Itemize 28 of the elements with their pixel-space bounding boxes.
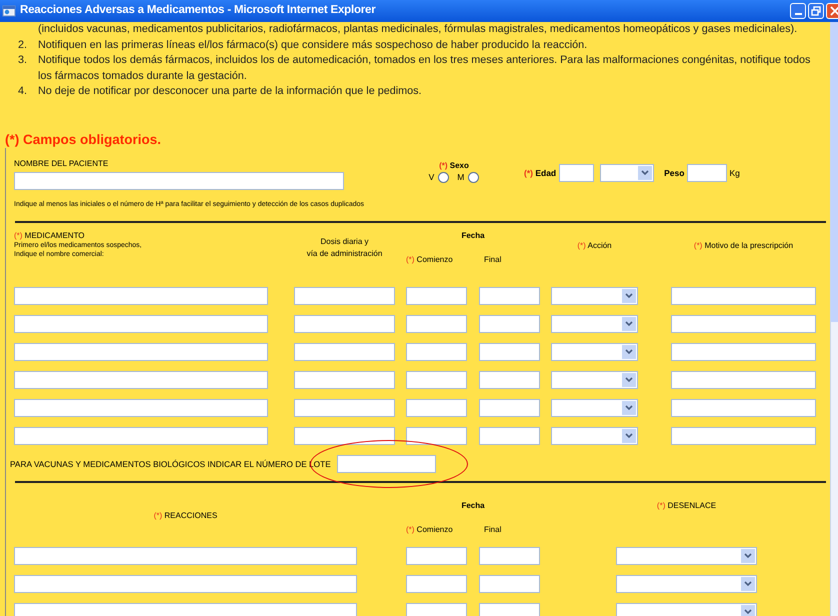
list-number: 2. <box>18 38 28 53</box>
instruction-text: No deje de notificar por desconocer una parte de la información que le pedimos. <box>38 84 423 100</box>
field-label: NOMBRE DEL PACIENTE <box>14 158 108 170</box>
column-header: (*) Comienzo <box>406 254 453 264</box>
column-header: (*) Motivo de la prescripción <box>694 240 794 252</box>
unit-label: Kg <box>729 166 740 180</box>
required-note: (*) Campos obligatorios. <box>4 132 162 148</box>
column-header: Final <box>484 254 502 265</box>
column-header: (*) DESENLACE <box>656 500 716 512</box>
instruction-text: Notifique todos los demás fármacos, incluidos los de automedicación, tomados en los tres meses anteriores. Para las malformaciones congénitas, notifique todos los fármacos tomados durante la gestación. <box>38 53 812 84</box>
column-header: (*) REACCIONES <box>154 510 218 522</box>
option-label: M <box>457 170 464 184</box>
instruction-text: (incluidos vacunas, medicamentos publicitarios, radiofármacos, plantas medicinales, fórmulas magistrales, medicamentos homeopáticos y gases medicinales). <box>38 22 798 37</box>
column-header: Final <box>484 524 502 535</box>
field-label: (*) Sexo <box>439 160 469 171</box>
instruction-text: Notifiquen en las primeras líneas el/los fármaco(s) que considere más sospechoso de haber producido la reacción. <box>38 38 588 53</box>
column-header: Fecha <box>461 230 485 241</box>
list-number: 4. <box>18 84 28 100</box>
column-header: (*) MEDICAMENTO <box>14 230 85 241</box>
column-header: (*) Comienzo <box>406 524 453 534</box>
field-label: Peso <box>664 166 684 180</box>
option-label: V <box>428 170 434 184</box>
window-title: Reacciones Adversas a Medicamentos - Microsoft Internet Explorer <box>20 3 377 18</box>
field-label: (*) Edad <box>524 166 556 180</box>
column-header: (*) Acción <box>577 240 612 252</box>
column-header: Fecha <box>461 500 485 511</box>
list-number: 3. <box>18 53 28 68</box>
column-header: Dosis diaria y vía de administración <box>306 236 382 260</box>
